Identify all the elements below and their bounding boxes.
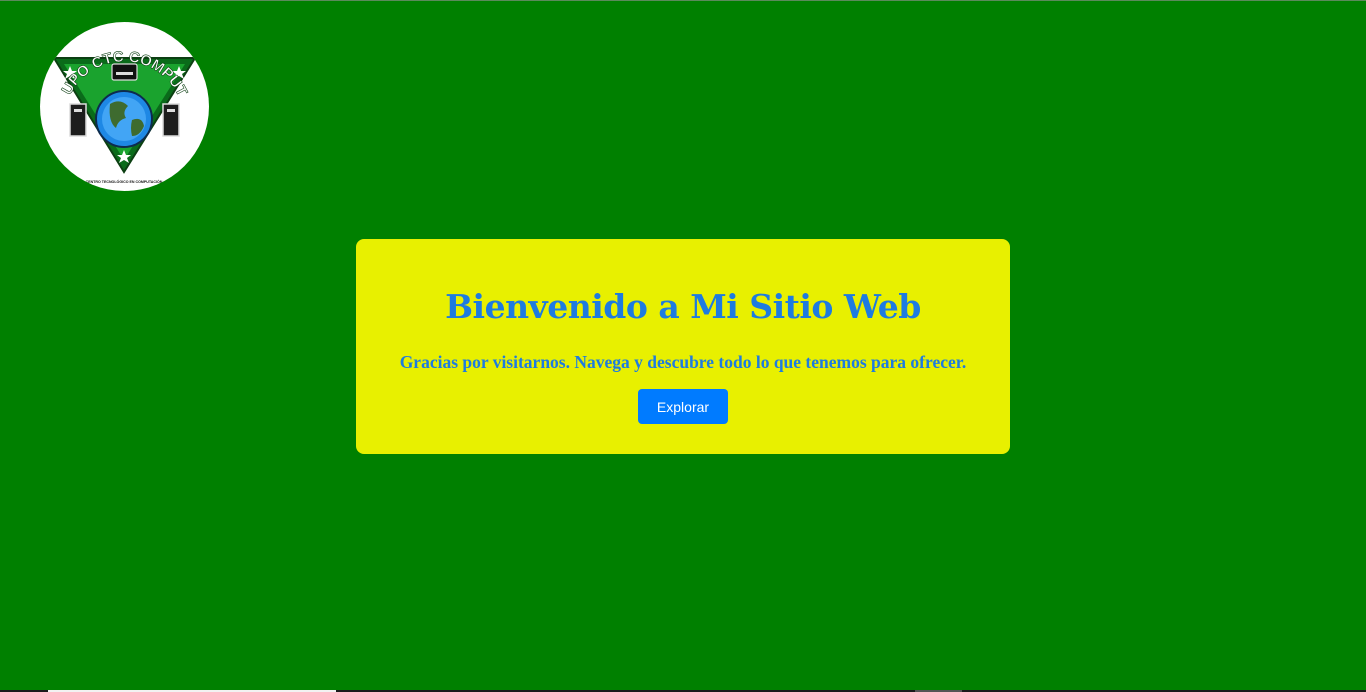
welcome-title: Bienvenido a Mi Sitio Web <box>445 287 921 326</box>
explore-button[interactable]: Explorar <box>638 389 728 424</box>
site-logo[interactable]: GRUPO CTC COMPUTER CENTRO TECNOLÓGICO EN… <box>40 22 209 191</box>
page-background: GRUPO CTC COMPUTER CENTRO TECNOLÓGICO EN… <box>0 0 1366 692</box>
logo-caption: CENTRO TECNOLÓGICO EN COMPUTACIÓN <box>86 179 163 184</box>
welcome-card: Bienvenido a Mi Sitio Web Gracias por vi… <box>356 239 1010 454</box>
globe-emblem-icon: GRUPO CTC COMPUTER CENTRO TECNOLÓGICO EN… <box>40 22 197 184</box>
welcome-subtitle: Gracias por visitarnos. Navega y descubr… <box>399 352 967 372</box>
